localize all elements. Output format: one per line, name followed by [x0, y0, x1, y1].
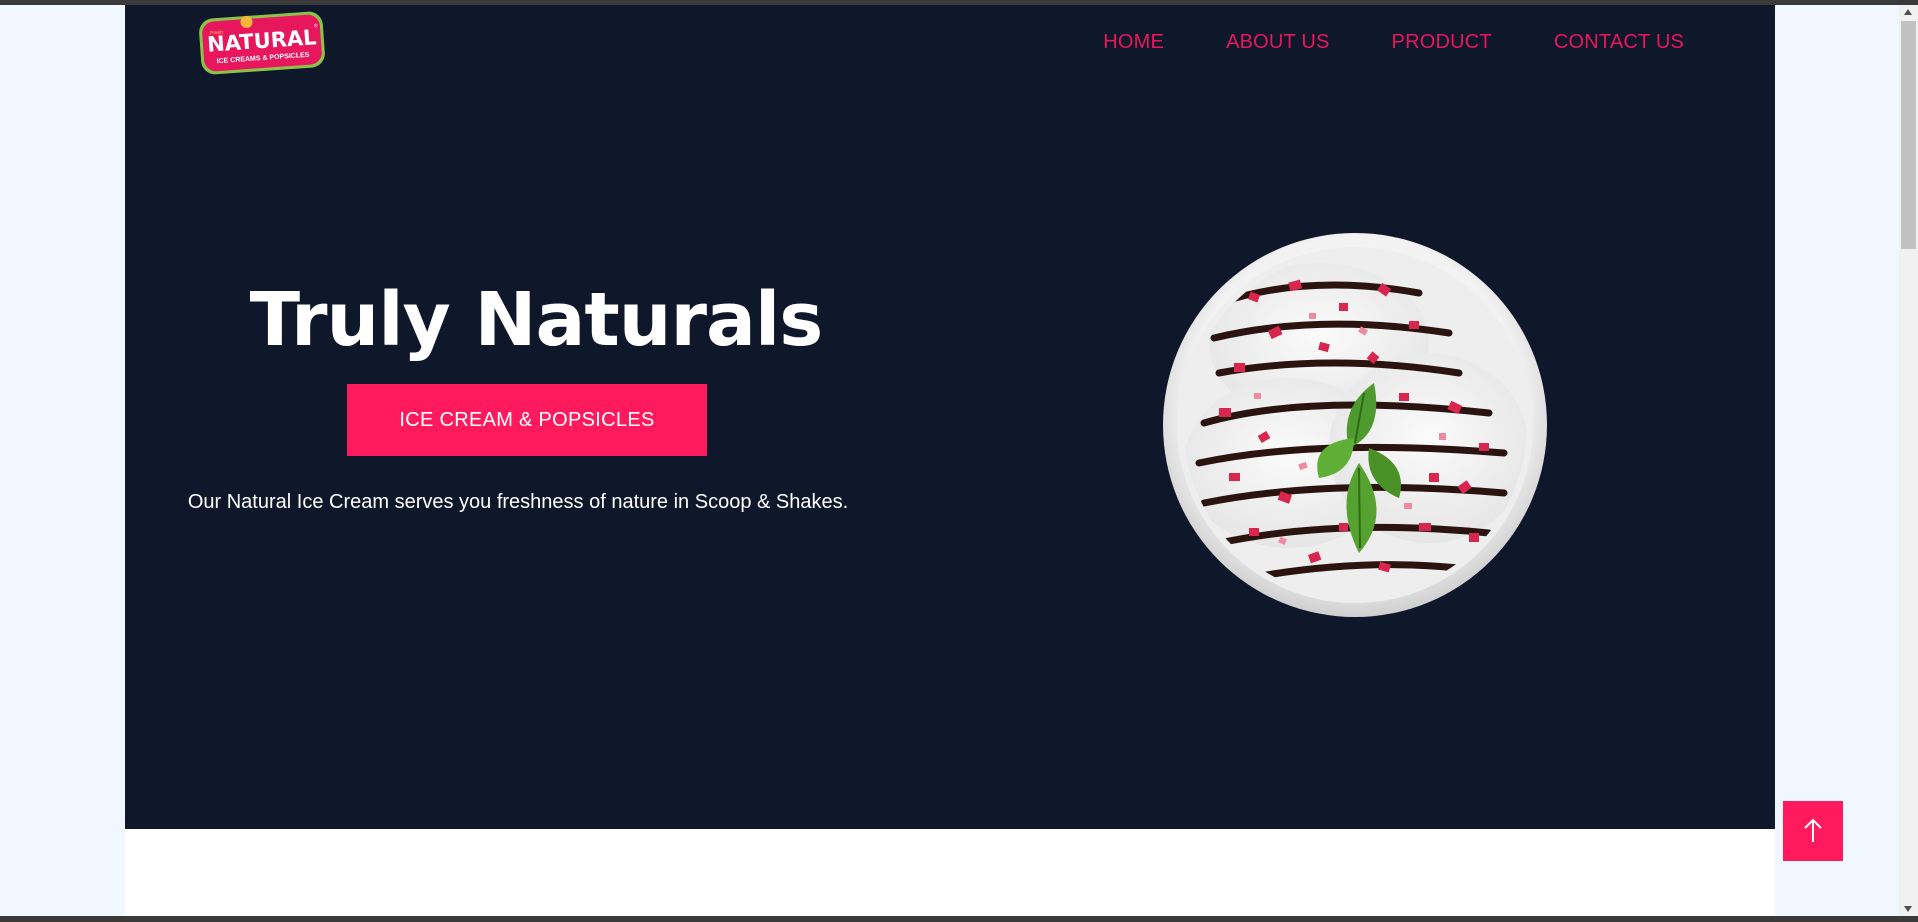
page-scrollbar[interactable] — [1899, 5, 1918, 916]
scroll-up-arrow-icon[interactable] — [1904, 9, 1912, 15]
nav-home[interactable]: HOME — [1103, 31, 1164, 54]
nav-product[interactable]: PRODUCT — [1392, 31, 1492, 54]
nav-about-us[interactable]: ABOUT US — [1226, 31, 1329, 54]
hero-section: Fresh NATURAL ICE CREAMS & POPSICLES ® H… — [125, 5, 1775, 829]
hero-title: Truly Naturals — [249, 277, 824, 363]
brand-logo[interactable]: Fresh NATURAL ICE CREAMS & POPSICLES ® — [196, 9, 328, 77]
back-to-top-button[interactable] — [1783, 801, 1843, 861]
arrow-up-icon — [1804, 818, 1822, 842]
browser-bottom-edge — [0, 916, 1918, 922]
main-nav: HOME ABOUT US PRODUCT CONTACT US — [1103, 31, 1684, 54]
hero-description: Our Natural Ice Cream serves you freshne… — [187, 491, 849, 513]
page-container: Fresh NATURAL ICE CREAMS & POPSICLES ® H… — [125, 5, 1775, 916]
ice-cream-bowl-image — [1159, 233, 1551, 617]
nav-contact-us[interactable]: CONTACT US — [1554, 31, 1684, 54]
scroll-down-arrow-icon[interactable] — [1904, 906, 1912, 912]
ice-cream-popsicles-button[interactable]: ICE CREAM & POPSICLES — [347, 384, 707, 456]
scroll-thumb[interactable] — [1901, 21, 1916, 249]
